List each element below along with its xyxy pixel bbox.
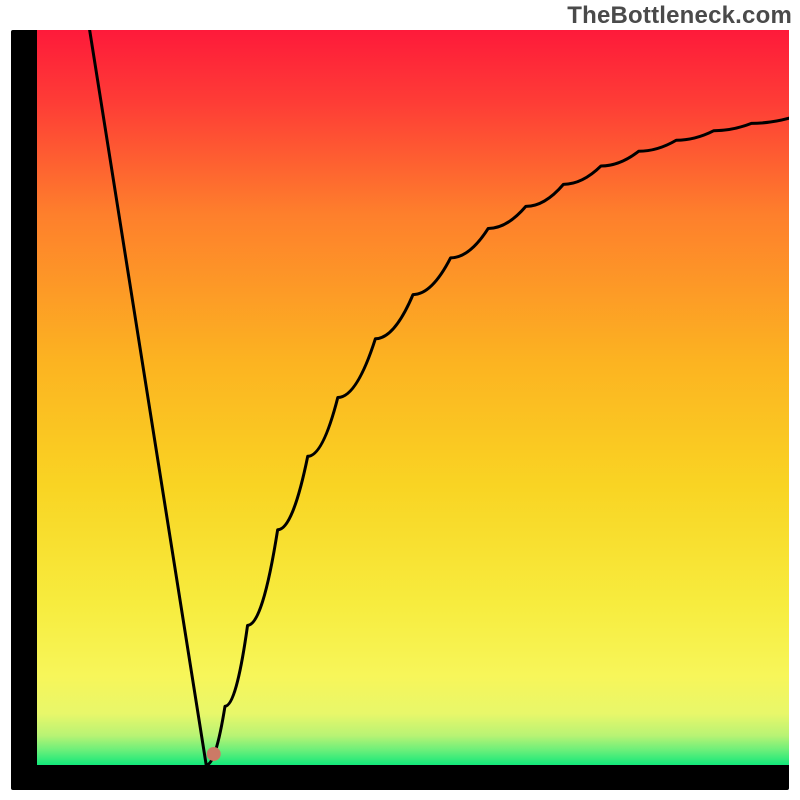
plot-border	[11, 30, 789, 790]
chart-frame: TheBottleneck.com	[0, 0, 800, 800]
minimum-marker	[207, 747, 221, 761]
plot-area	[37, 30, 789, 765]
chart-svg	[37, 30, 789, 765]
watermark-label: TheBottleneck.com	[567, 2, 792, 30]
